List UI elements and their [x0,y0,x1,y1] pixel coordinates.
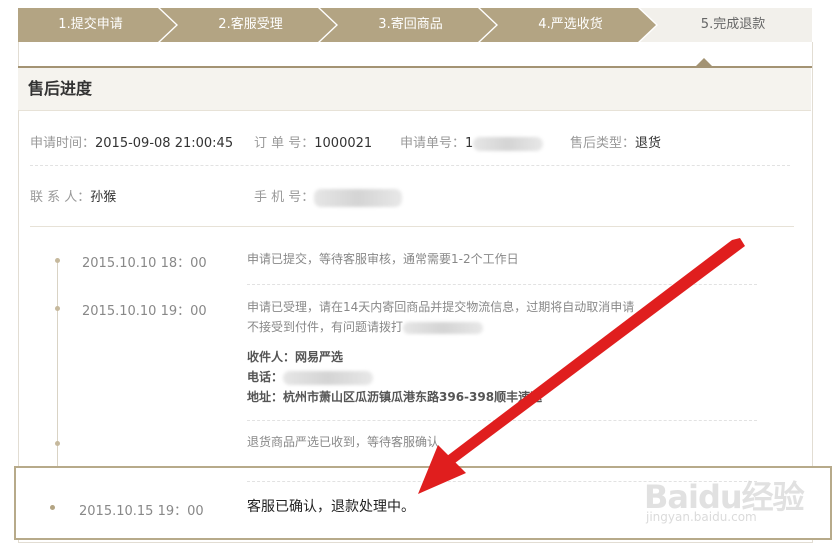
timeline-divider-1 [247,284,757,285]
step-5-label: 5.完成退款 [700,17,766,32]
page: 1.提交申请 2.客服受理 3.寄回商品 4.严选收货 5.完成退款 售后进度 … [0,0,839,546]
section-title: 售后进度 [28,79,93,98]
timeline-text-1: 申请已提交，等待客服审核，通常需要1-2个工作日 [247,252,519,266]
timeline-time-4: 2015.10.15 19：00 [79,504,204,519]
apply-time-label: 申请时间： [30,136,96,151]
timeline-dot-3 [55,441,60,446]
apply-no-value: 1 [465,136,474,151]
step-2-label: 2.客服受理 [218,17,283,32]
receiver-phone: 电话： [247,367,374,387]
timeline-dot-4 [50,505,55,510]
hotline-redacted [403,321,484,334]
phone-label: 手 机 号： [254,190,315,205]
apply-no-field: 申请单号：1 [400,132,544,151]
section-header: 售后进度 [18,68,811,111]
step-3-label: 3.寄回商品 [378,17,443,32]
receiver-address: 地址：杭州市萧山区瓜沥镇瓜港东路396-398顺丰速运 [247,390,543,404]
timeline-text-2a: 申请已受理，请在14天内寄回商品并提交物流信息，过期将自动取消申请 [247,300,635,314]
timeline-divider-2 [247,420,757,421]
timeline-dot-1 [55,258,60,263]
order-no-label: 订 单 号： [254,136,315,151]
timeline-text-2b-label: 不接受到付件，有问题请拨打 [247,320,404,334]
step-1-label: 1.提交申请 [58,17,123,32]
contact-value: 孙猴 [90,190,117,205]
timeline-time-1: 2015.10.10 18：00 [82,256,207,271]
receiver-phone-label: 电话： [247,370,284,384]
order-no-value: 1000021 [314,136,373,151]
type-label: 售后类型： [570,136,636,151]
info-divider [30,165,790,166]
apply-time-value: 2015-09-08 21:00:45 [95,136,234,151]
timeline-text-2b: 不接受到付件，有问题请拨打 [247,317,484,337]
receiver-phone-redacted [283,370,374,385]
apply-no-redacted [473,136,544,151]
current-step-notch [695,58,713,67]
timeline-text-3: 退货商品严选已收到，等待客服确认 [247,435,440,449]
type-field: 售后类型：退货 [570,132,661,151]
progress-steps: 1.提交申请 2.客服受理 3.寄回商品 4.严选收货 5.完成退款 [18,8,812,42]
timeline-time-2: 2015.10.10 19：00 [82,304,207,319]
phone-redacted [314,188,403,207]
type-value: 退货 [635,136,662,151]
contact-field: 联 系 人：孙猴 [30,186,116,205]
baidu-watermark: Baidu经验 jingyan.baidu.com [640,460,820,530]
receiver-name: 收件人：网易严选 [247,350,344,364]
apply-time-field: 申请时间：2015-09-08 21:00:45 [30,132,233,151]
timeline-track [57,258,58,468]
timeline-text-4: 客服已确认，退款处理中。 [247,499,415,515]
step-4-label: 4.严选收货 [538,17,603,32]
apply-no-label: 申请单号： [400,136,466,151]
order-no-field: 订 单 号：1000021 [254,132,372,151]
timeline-dot-2 [55,306,60,311]
phone-field: 手 机 号： [254,186,403,207]
contact-label: 联 系 人： [30,190,91,205]
watermark-url: jingyan.baidu.com [646,510,757,524]
